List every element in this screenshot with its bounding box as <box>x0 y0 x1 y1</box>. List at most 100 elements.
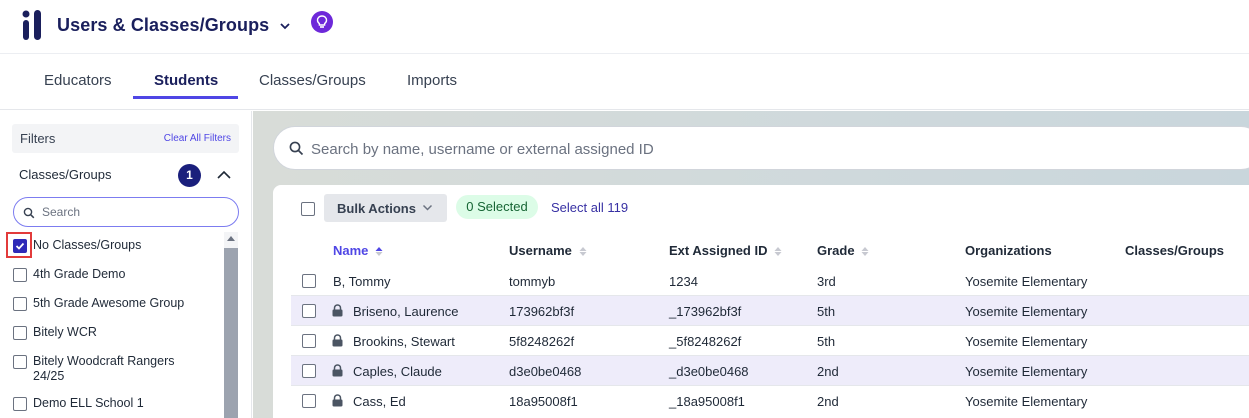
classes-groups-list: No Classes/Groups 4th Grade Demo 5th Gra… <box>0 231 224 418</box>
row-checkbox[interactable] <box>302 274 316 288</box>
cell-username: 173962bf3f <box>509 304 575 319</box>
checkbox[interactable] <box>13 397 27 411</box>
list-item-label: 5th Grade Awesome Group <box>33 296 185 310</box>
highlight-annotation <box>6 232 32 258</box>
lock-icon <box>332 394 343 407</box>
row-checkbox[interactable] <box>302 304 316 318</box>
column-header-name[interactable]: Name <box>333 243 383 258</box>
tab-educators[interactable]: Educators <box>44 72 112 89</box>
cell-ext-id: _18a95008f1 <box>669 394 745 409</box>
lock-icon <box>332 364 343 377</box>
cell-grade: 5th <box>817 334 836 349</box>
tab-students[interactable]: Students <box>154 72 218 89</box>
list-item-label: No Classes/Groups <box>33 238 142 252</box>
cell-name[interactable]: Brookins, Stewart <box>353 334 455 349</box>
sort-icon <box>774 247 782 257</box>
search-icon <box>23 207 35 219</box>
table-row[interactable]: Caples, Claude d3e0be0468 _d3e0be0468 2n… <box>291 356 1249 386</box>
row-checkbox[interactable] <box>302 394 316 408</box>
select-all-checkbox[interactable] <box>301 202 315 216</box>
active-tab-indicator <box>133 96 238 99</box>
column-header-grade[interactable]: Grade <box>817 243 869 258</box>
chevron-down-icon[interactable] <box>278 19 292 33</box>
column-header-organizations: Organizations <box>965 243 1052 258</box>
table-row[interactable]: Briseno, Laurence 173962bf3f _173962bf3f… <box>291 296 1249 326</box>
cell-organization: Yosemite Elementary <box>965 334 1088 349</box>
chevron-down-icon <box>422 204 433 211</box>
lock-icon <box>332 334 343 347</box>
cell-name[interactable]: Briseno, Laurence <box>353 304 459 319</box>
tab-classes-groups[interactable]: Classes/Groups <box>259 72 366 89</box>
cell-grade: 5th <box>817 304 836 319</box>
table-row[interactable]: Brookins, Stewart 5f8248262f _5f8248262f… <box>291 326 1249 356</box>
select-all-link[interactable]: Select all 119 <box>551 200 628 215</box>
main-content: Bulk Actions 0 Selected Select all 119 N… <box>253 111 1249 418</box>
classes-groups-filter-label[interactable]: Classes/Groups <box>19 167 111 182</box>
scroll-up-arrow-icon[interactable] <box>227 236 235 241</box>
filters-header: Filters Clear All Filters <box>12 124 239 153</box>
cell-ext-id: _d3e0be0468 <box>669 364 749 379</box>
filters-label: Filters <box>20 131 56 146</box>
classes-search-box <box>13 197 239 227</box>
list-item-label: Bitely Woodcraft Rangers 24/25 <box>33 354 175 383</box>
cell-ext-id: 1234 <box>669 274 698 289</box>
cell-organization: Yosemite Elementary <box>965 304 1088 319</box>
tab-imports[interactable]: Imports <box>407 72 457 89</box>
column-header-label: Ext Assigned ID <box>669 243 768 258</box>
cell-ext-id: _5f8248262f <box>669 334 742 349</box>
student-search-input[interactable] <box>311 139 1011 159</box>
column-header-label: Username <box>509 243 572 258</box>
checkbox[interactable] <box>13 268 27 282</box>
clear-all-filters-link[interactable]: Clear All Filters <box>164 133 231 144</box>
page-title: Users & Classes/Groups <box>57 15 270 35</box>
cell-organization: Yosemite Elementary <box>965 274 1088 289</box>
sort-icon <box>861 247 869 257</box>
row-checkbox[interactable] <box>302 334 316 348</box>
column-header-classes-groups: Classes/Groups <box>1125 243 1224 258</box>
cell-name[interactable]: B, Tommy <box>333 274 391 289</box>
cell-organization: Yosemite Elementary <box>965 364 1088 379</box>
cell-grade: 2nd <box>817 394 839 409</box>
column-header-label: Grade <box>817 243 855 258</box>
cell-name[interactable]: Cass, Ed <box>353 394 406 409</box>
lock-icon <box>332 304 343 317</box>
cell-organization: Yosemite Elementary <box>965 394 1088 409</box>
cell-name[interactable]: Caples, Claude <box>353 364 442 379</box>
checkbox[interactable] <box>13 355 27 369</box>
cell-username: 18a95008f1 <box>509 394 578 409</box>
table-row[interactable]: Cass, Ed 18a95008f1 _18a95008f1 2nd Yose… <box>291 386 1249 416</box>
sort-ascending-icon <box>375 247 383 257</box>
lightbulb-icon[interactable] <box>311 11 333 33</box>
app-logo-icon[interactable] <box>22 10 46 40</box>
row-checkbox[interactable] <box>302 364 316 378</box>
cell-grade: 3rd <box>817 274 836 289</box>
checkbox[interactable] <box>13 326 27 340</box>
table-row[interactable]: B, Tommy tommyb 1234 3rd Yosemite Elemen… <box>291 266 1249 296</box>
filter-count-badge: 1 <box>178 164 201 187</box>
column-header-label: Name <box>333 243 369 258</box>
search-icon <box>289 141 304 156</box>
scrollbar[interactable] <box>224 232 238 418</box>
bulk-actions-label: Bulk Actions <box>337 201 416 216</box>
cell-ext-id: _173962bf3f <box>669 304 742 319</box>
cell-username: tommyb <box>509 274 556 289</box>
bulk-actions-button[interactable]: Bulk Actions <box>324 194 447 222</box>
chevron-up-icon[interactable] <box>216 168 232 182</box>
list-item-label: Bitely WCR <box>33 325 97 339</box>
cell-username: 5f8248262f <box>509 334 575 349</box>
student-search-box <box>273 126 1249 170</box>
selected-count-badge: 0 Selected <box>456 195 538 219</box>
classes-search-input[interactable] <box>42 204 222 220</box>
list-item-label: Demo ELL School 1 <box>33 396 144 410</box>
cell-grade: 2nd <box>817 364 839 379</box>
students-table: Bulk Actions 0 Selected Select all 119 N… <box>273 185 1249 418</box>
column-header-username[interactable]: Username <box>509 243 587 258</box>
filters-sidebar: Filters Clear All Filters Classes/Groups… <box>0 111 252 418</box>
column-header-ext-id[interactable]: Ext Assigned ID <box>669 243 782 258</box>
app-header: Users & Classes/Groups <box>0 0 1249 54</box>
scrollbar-thumb[interactable] <box>224 248 238 418</box>
tab-bar: Educators Students Classes/Groups Import… <box>0 54 1249 110</box>
cell-username: d3e0be0468 <box>509 364 582 379</box>
list-item-label: 4th Grade Demo <box>33 267 126 281</box>
checkbox[interactable] <box>13 297 27 311</box>
